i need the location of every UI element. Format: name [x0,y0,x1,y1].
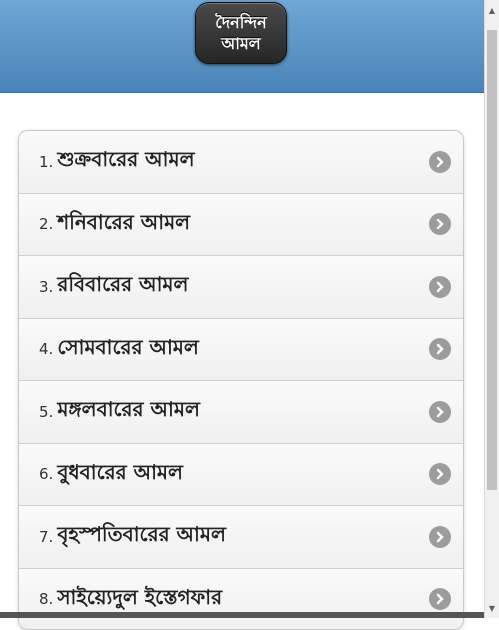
item-label: শনিবারের আমল [57,208,190,241]
list-item-thursday[interactable]: 7. বৃহস্পতিবারের আমল [19,506,463,569]
chevron-right-icon [429,588,451,610]
list-item-tuesday[interactable]: 5. মঙ্গলবারের আমল [19,381,463,444]
chevron-right-icon [429,526,451,548]
chevron-right-icon [429,276,451,298]
item-number: 1. [39,153,53,171]
item-label: মঙ্গলবারের আমল [57,395,200,428]
chevron-right-icon [429,213,451,235]
item-number: 2. [39,215,53,233]
menu-list: 1. শুক্রবারের আমল 2. শনিবারের আমল 3. রবি… [18,130,464,630]
item-number: 7. [39,528,53,546]
arrow-down-icon[interactable]: ▼ [485,600,499,616]
item-number: 8. [39,590,53,608]
scrollbar-thumb[interactable] [487,30,497,490]
item-number: 4. [39,340,53,358]
item-number: 6. [39,465,53,483]
chevron-right-icon [429,463,451,485]
list-item-monday[interactable]: 4. সোমবারের আমল [19,319,463,382]
item-label: সোমবারের আমল [57,333,199,366]
item-label: বৃহস্পতিবারের আমল [57,520,226,553]
list-item-wednesday[interactable]: 6. বুধবারের আমল [19,444,463,507]
list-item-friday[interactable]: 1. শুক্রবারের আমল [19,131,463,194]
horizontal-scrollbar[interactable] [0,612,484,618]
item-label: বুধবারের আমল [57,458,183,491]
chevron-right-icon [429,338,451,360]
list-item-istighfar[interactable]: 8. সাইয়্যেদুল ইস্তেগফার [19,569,463,630]
header-bar: দৈনন্দিন আমল [0,0,484,93]
item-label: শুক্রবারের আমল [57,145,194,178]
item-label: রবিবারের আমল [57,270,188,303]
list-item-sunday[interactable]: 3. রবিবারের আমল [19,256,463,319]
chevron-right-icon [429,151,451,173]
item-label: সাইয়্যেদুল ইস্তেগফার [57,583,222,616]
item-number: 5. [39,403,53,421]
list-item-saturday[interactable]: 2. শনিবারের আমল [19,194,463,257]
page-title-button[interactable]: দৈনন্দিন আমল [195,2,287,64]
arrow-up-icon[interactable]: ▲ [485,2,499,18]
item-number: 3. [39,278,53,296]
vertical-scrollbar[interactable]: ▲ ▼ [484,0,499,618]
chevron-right-icon [429,401,451,423]
